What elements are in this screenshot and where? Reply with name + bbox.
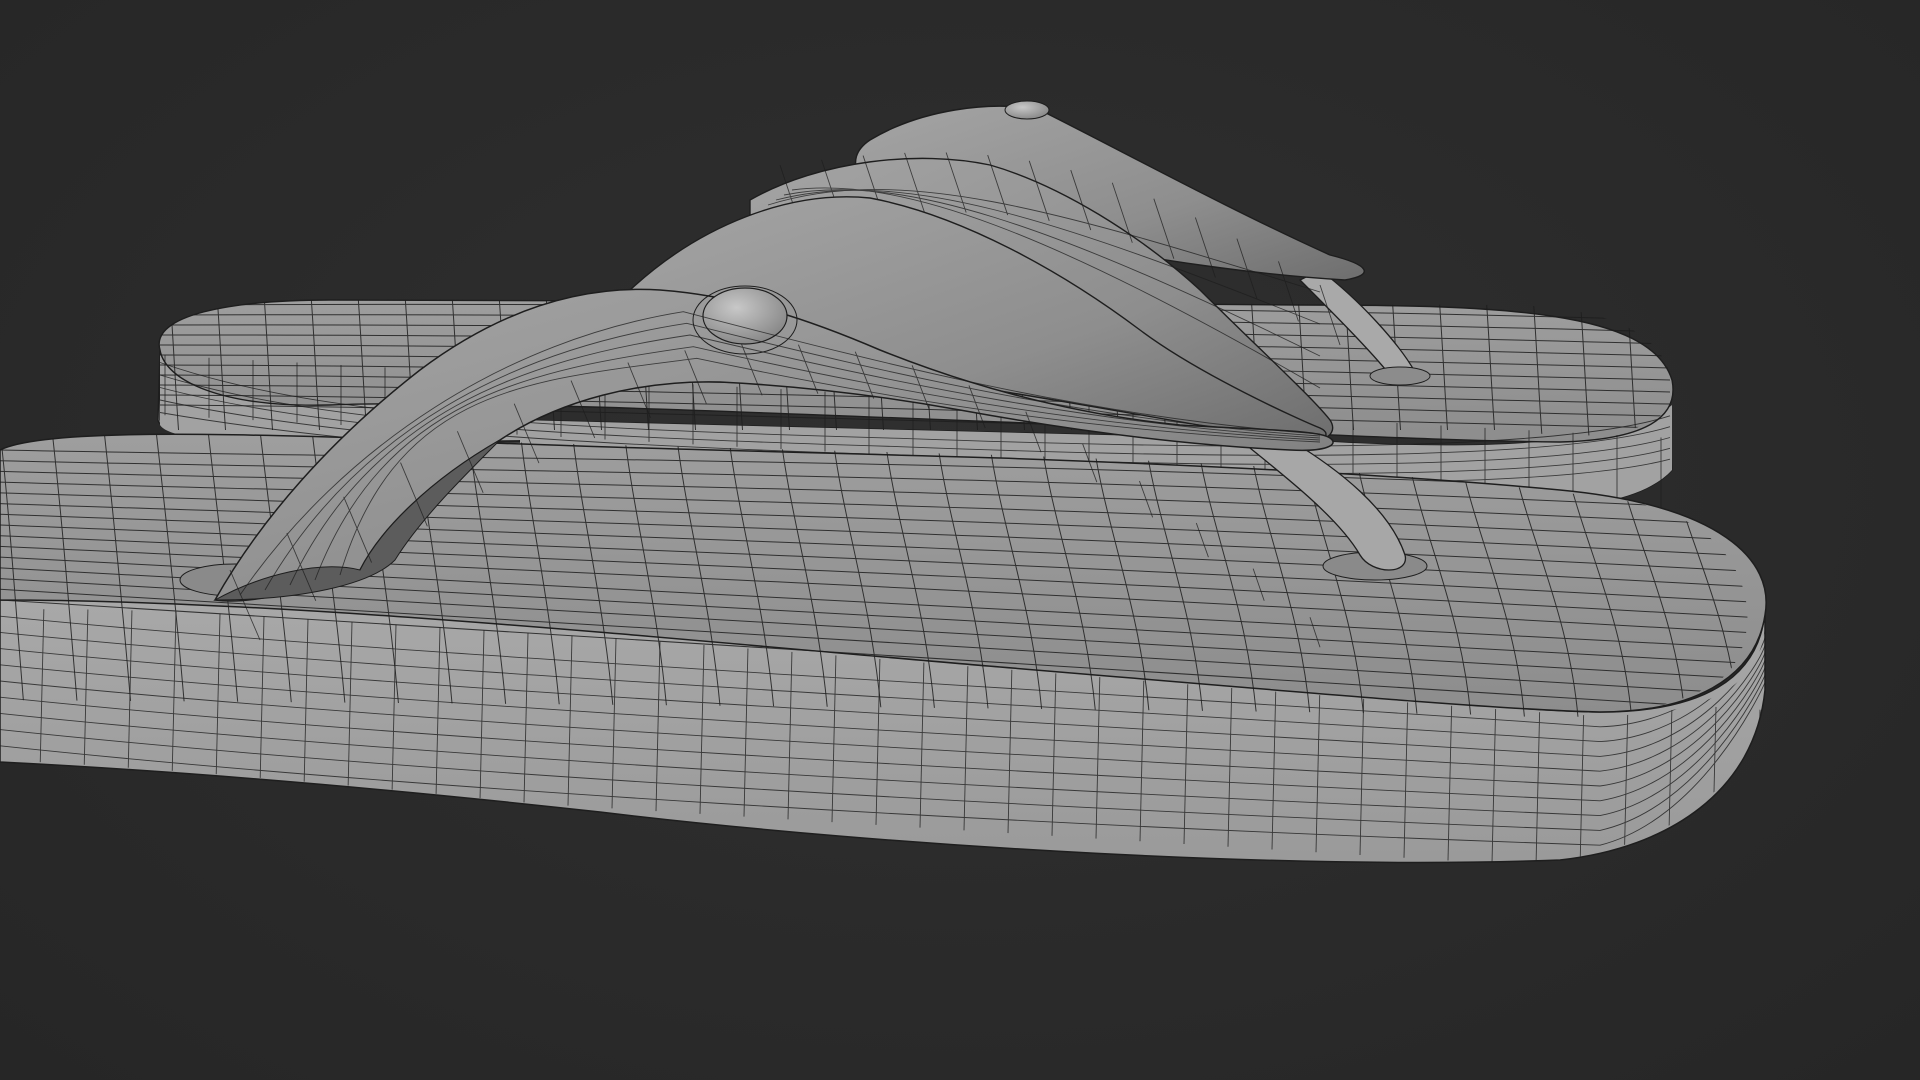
sole-cross-loop	[1768, 430, 1846, 720]
back-sole-cross	[1674, 295, 1684, 450]
3d-viewport[interactable]	[0, 0, 1920, 1080]
sandal-render	[0, 100, 1846, 880]
back-strap-button	[1004, 100, 1050, 120]
back-toe-hole	[1369, 366, 1431, 386]
side-vertical	[1755, 709, 1761, 863]
front-strap-button	[702, 287, 788, 345]
front-sandal[interactable]	[0, 430, 1846, 880]
